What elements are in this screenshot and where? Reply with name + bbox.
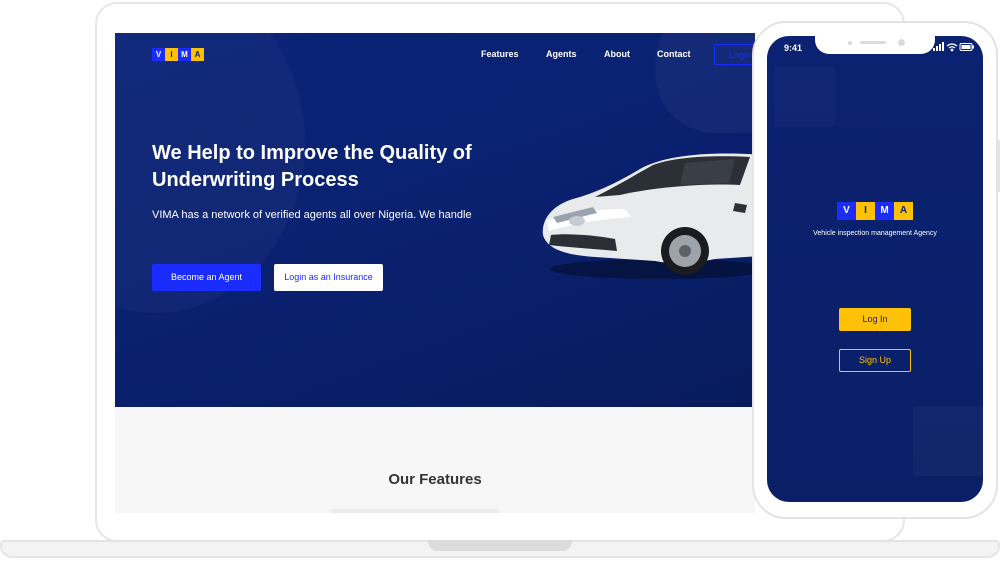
logo-letter: V [152,48,165,61]
app-subtitle: Vehicle inspection management Agency [813,230,937,237]
nav-link-features[interactable]: Features [481,49,519,59]
nav-link-about[interactable]: About [604,49,630,59]
nav-login-button[interactable]: Login [714,44,755,65]
logo-letter: I [165,48,178,61]
mobile-app-screen: 9:41 V I M A Vehicle inspection manageme… [767,36,983,502]
login-insurance-button[interactable]: Login as an Insurance [274,264,383,291]
status-icons [933,42,974,52]
features-title: Our Features [388,471,482,488]
app-login-button[interactable]: Log In [839,308,911,331]
hero-title: We Help to Improve the Quality of Underw… [152,142,472,191]
nav-link-agents[interactable]: Agents [546,49,577,59]
battery-icon [959,43,974,51]
notch-camera [898,39,905,46]
app-signup-button[interactable]: Sign Up [839,349,911,372]
status-time: 9:41 [784,43,803,53]
logo-letter: M [875,202,894,220]
become-agent-button[interactable]: Become an Agent [152,264,261,291]
laptop-notch [428,540,572,551]
notch-sensor [848,41,852,45]
nav-link-contact[interactable]: Contact [657,49,691,59]
website-screen: V I M A Features Agents About Contact Lo… [115,33,755,513]
logo-letter: A [894,202,913,220]
wifi-icon [946,43,958,52]
notch-speaker [860,41,886,44]
signal-icon [933,42,944,51]
screen-decoration [913,406,983,476]
hero-subtitle: VIMA has a network of verified agents al… [152,209,472,221]
feature-card-edge [330,509,500,513]
logo-letter: M [178,48,191,61]
logo-letter: V [837,202,856,220]
screen-decoration [775,66,835,126]
logo-letter: A [191,48,204,61]
car-image [542,153,755,279]
logo-letter: I [856,202,875,220]
hero-section: V I M A Features Agents About Contact Lo… [115,33,755,407]
phone-notch [815,36,935,54]
site-logo[interactable]: V I M A [152,48,204,61]
app-logo: V I M A [837,202,913,220]
